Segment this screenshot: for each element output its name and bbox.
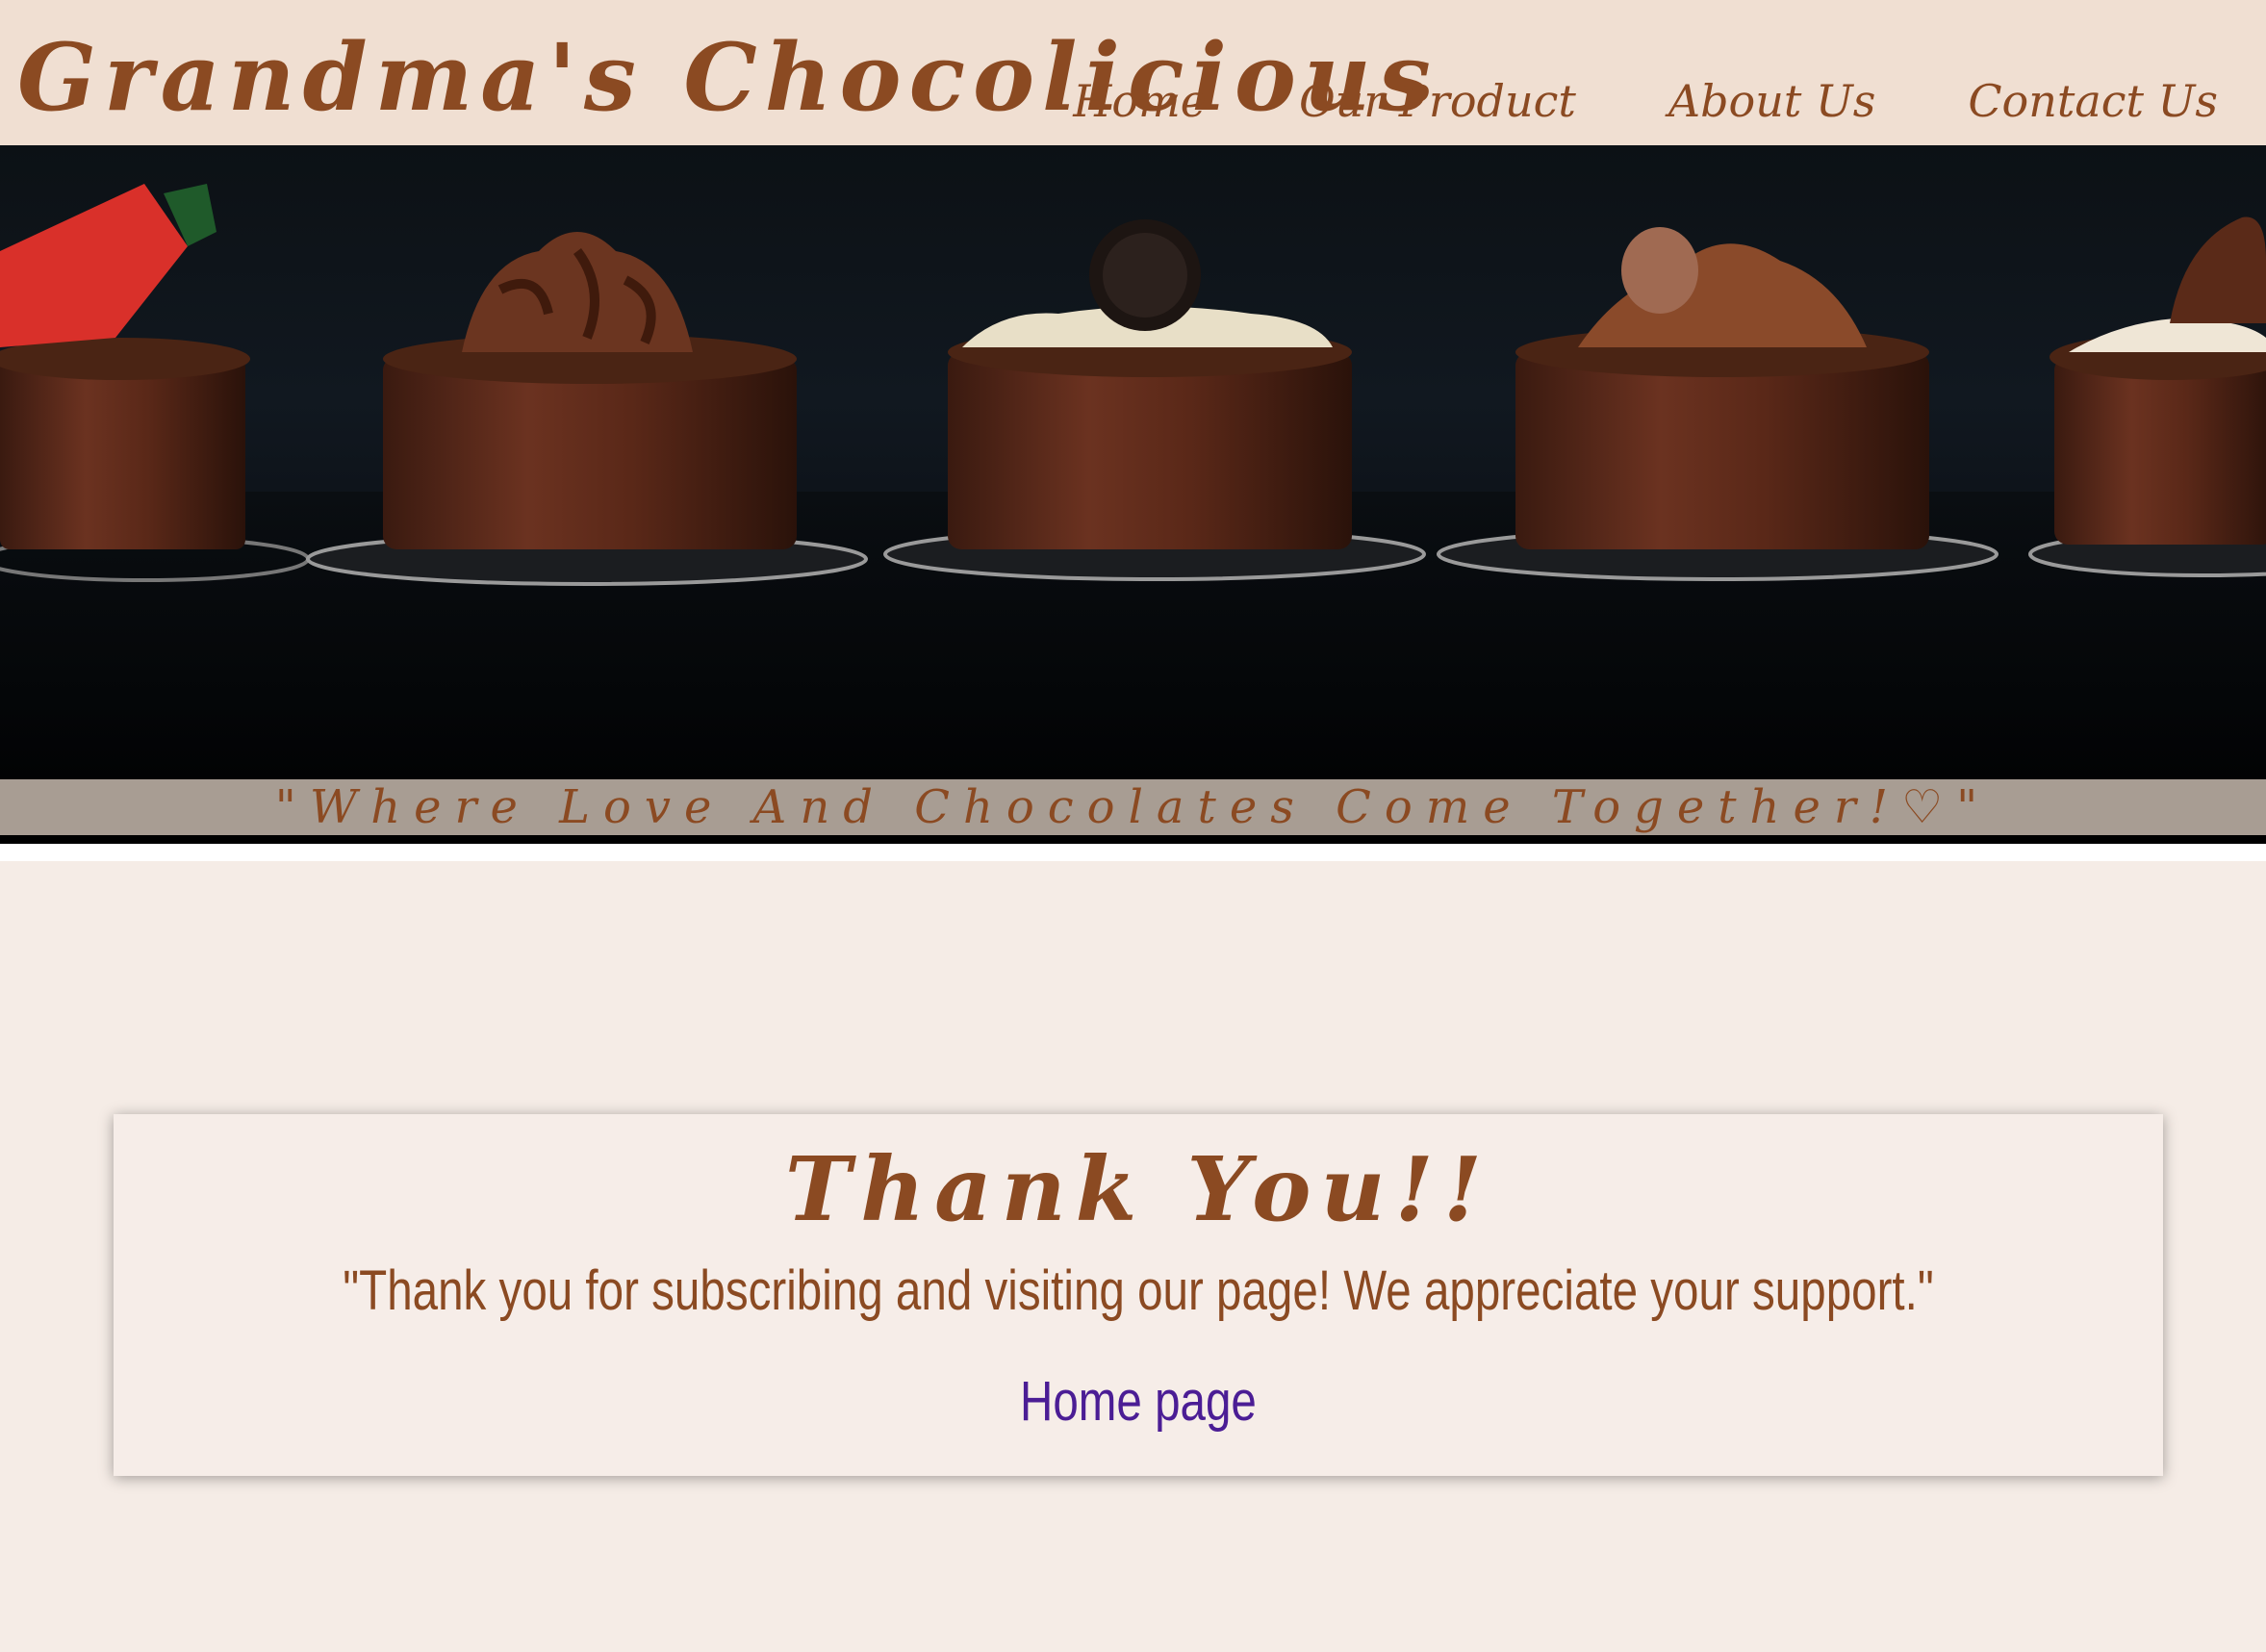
nav-home-link[interactable]: Home bbox=[1073, 75, 1207, 128]
divider-black bbox=[0, 835, 2266, 844]
site-header: Grandma's Chocolicious Home Our Product … bbox=[0, 0, 2266, 145]
thank-you-heading: Thank You!! bbox=[784, 1137, 1492, 1241]
home-page-link-label: Home page bbox=[1020, 1370, 1257, 1433]
tagline-text: "Where Love And Chocolates Come Together… bbox=[274, 780, 1992, 834]
home-page-link[interactable]: Home page bbox=[114, 1369, 2163, 1434]
nav-our-product-link[interactable]: Our Product bbox=[1299, 75, 1576, 128]
nav-contact-us-link[interactable]: Contact Us bbox=[1968, 75, 2218, 128]
main-nav: Home Our Product About Us Contact Us bbox=[1073, 75, 2218, 128]
chocolate-cups-illustration bbox=[0, 184, 2266, 779]
divider-white bbox=[0, 844, 2266, 861]
thank-you-message: "Thank you for subscribing and visiting … bbox=[343, 1259, 1934, 1322]
tagline-bar: "Where Love And Chocolates Come Together… bbox=[0, 779, 2266, 835]
nav-about-us-link[interactable]: About Us bbox=[1668, 75, 1875, 128]
hero-image bbox=[0, 145, 2266, 779]
thank-you-card: Thank You!! "Thank you for subscribing a… bbox=[114, 1114, 2163, 1476]
